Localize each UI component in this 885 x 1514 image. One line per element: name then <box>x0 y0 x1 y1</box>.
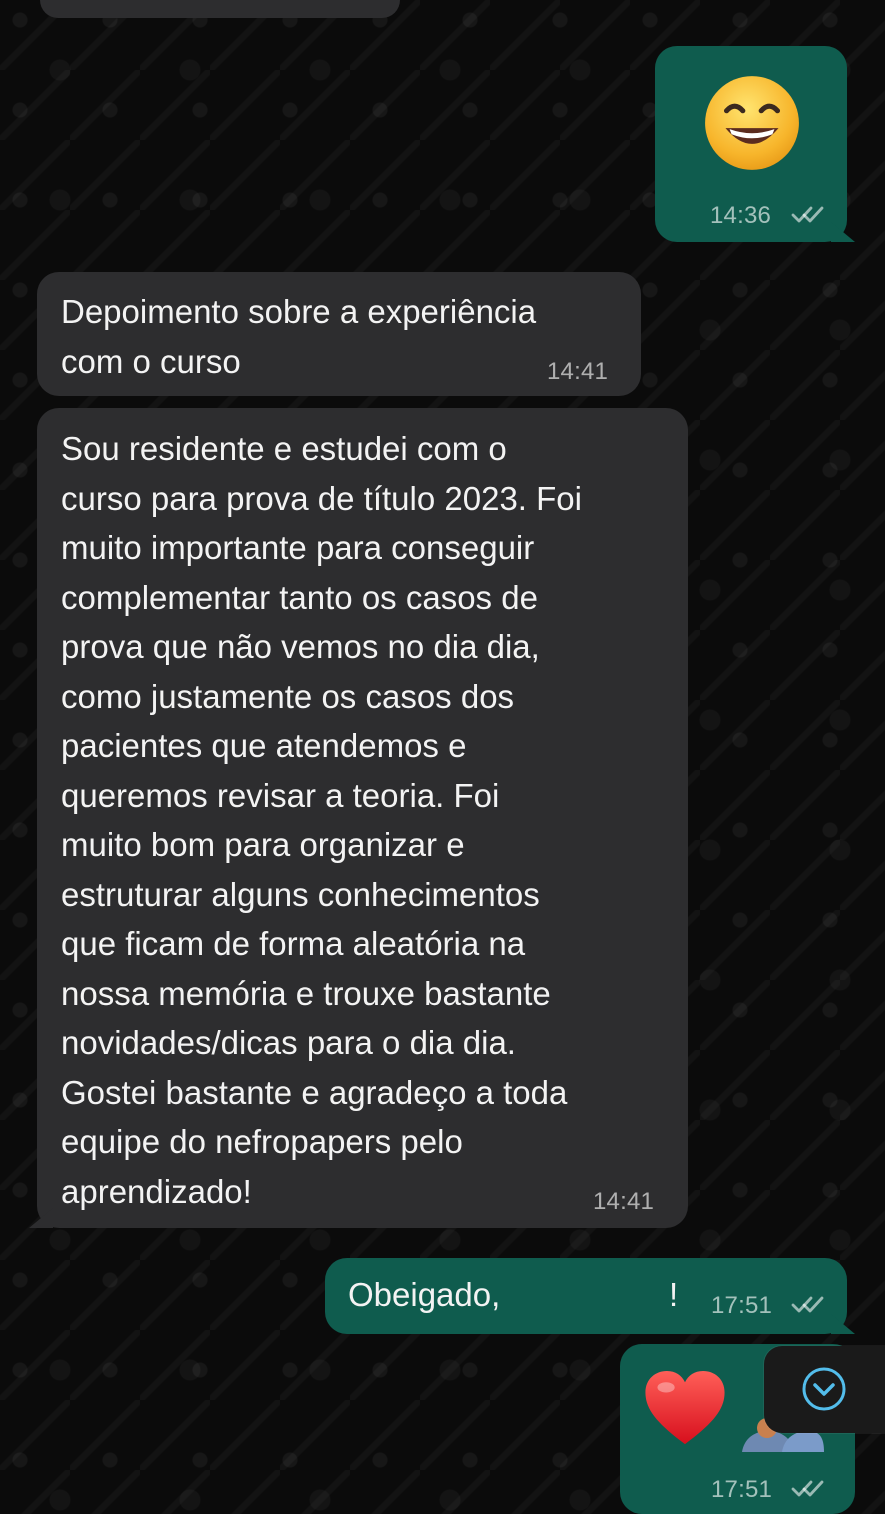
message-time: 17:51 <box>711 1292 773 1319</box>
message-time: 14:41 <box>593 1188 655 1215</box>
message-suffix: ! <box>669 1276 679 1313</box>
incoming-message-depoimento[interactable]: Depoimento sobre a experiência com o cur… <box>37 272 641 396</box>
message-time: 14:36 <box>710 202 772 229</box>
chevron-down-circle-icon <box>802 1367 846 1411</box>
previous-message-bubble-fragment <box>40 0 400 18</box>
message-text: Depoimento sobre a experiência com o cur… <box>61 293 537 380</box>
message-time: 14:41 <box>547 358 609 385</box>
double-check-read-icon <box>791 206 824 223</box>
outgoing-emoji-message[interactable]: 14:36 <box>655 46 855 242</box>
grinning-face-emoji-icon <box>705 76 799 170</box>
red-heart-emoji-icon <box>645 1371 725 1445</box>
double-check-read-icon <box>791 1296 824 1313</box>
double-check-read-icon <box>791 1480 824 1497</box>
incoming-message-testimonial[interactable]: Sou residente e estudei com o curso para… <box>29 408 688 1228</box>
scroll-to-bottom-button[interactable] <box>764 1346 885 1433</box>
message-text: Obeigado, <box>348 1276 501 1313</box>
message-time: 17:51 <box>711 1476 773 1503</box>
message-text: Sou residente e estudei com o curso para… <box>61 430 582 1210</box>
redacted-name-mask <box>536 1276 664 1318</box>
